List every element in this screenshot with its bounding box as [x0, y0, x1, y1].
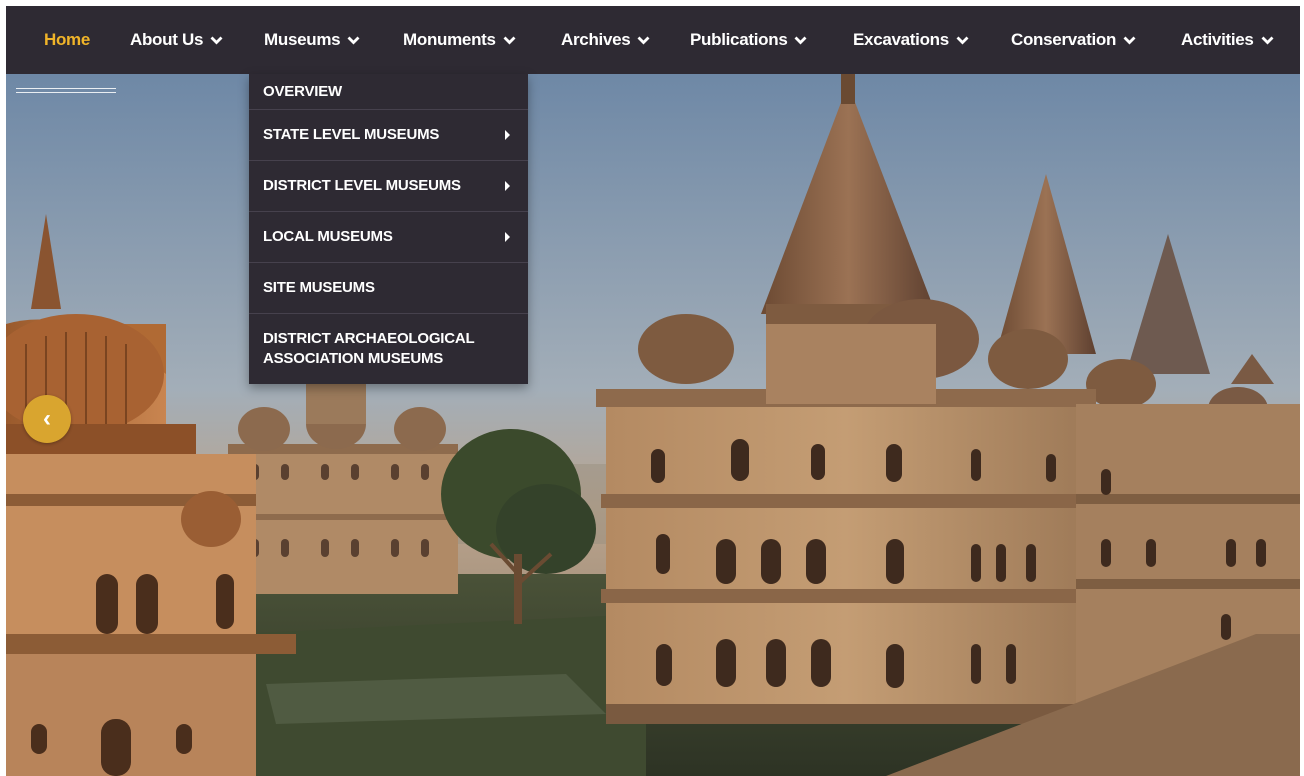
dropdown-item-district-archaeological-association-museums[interactable]: DISTRICT ARCHAEOLOGICAL ASSOCIATION MUSE…: [249, 314, 497, 384]
nav-home[interactable]: Home: [44, 6, 90, 74]
dropdown-item-district-level-museums[interactable]: DISTRICT LEVEL MUSEUMS: [249, 161, 528, 212]
chevron-down-icon: [956, 36, 969, 45]
dropdown-item-label: SITE MUSEUMS: [263, 279, 375, 296]
dropdown-item-label: LOCAL MUSEUMS: [263, 228, 393, 245]
main-navbar: Home About Us Museums Monuments Archives…: [6, 6, 1300, 74]
dropdown-item-state-level-museums[interactable]: STATE LEVEL MUSEUMS: [249, 110, 528, 161]
hero-slider: ‹: [6, 74, 1300, 776]
chevron-down-icon: [503, 36, 516, 45]
page-frame: Home About Us Museums Monuments Archives…: [6, 6, 1300, 776]
dropdown-item-overview[interactable]: OVERVIEW: [249, 74, 528, 110]
nav-publications[interactable]: Publications: [690, 6, 807, 74]
dropdown-item-label: DISTRICT ARCHAEOLOGICAL ASSOCIATION MUSE…: [263, 330, 475, 367]
chevron-down-icon: [210, 36, 223, 45]
caret-right-icon: [505, 181, 510, 191]
nav-excavations-label: Excavations: [853, 30, 949, 49]
caret-right-icon: [505, 232, 510, 242]
dropdown-item-label: STATE LEVEL MUSEUMS: [263, 126, 440, 143]
museums-dropdown-menu: OVERVIEW STATE LEVEL MUSEUMS DISTRICT LE…: [249, 74, 528, 384]
nav-museums-label: Museums: [264, 30, 341, 49]
nav-monuments[interactable]: Monuments: [403, 6, 516, 74]
dropdown-item-local-museums[interactable]: LOCAL MUSEUMS: [249, 212, 528, 263]
previous-slide-button[interactable]: ‹: [23, 395, 71, 443]
nav-activities-label: Activities: [1181, 30, 1254, 49]
nav-museums[interactable]: Museums: [264, 6, 360, 74]
nav-excavations[interactable]: Excavations: [853, 6, 969, 74]
nav-about-us[interactable]: About Us: [130, 6, 223, 74]
nav-conservation[interactable]: Conservation: [1011, 6, 1136, 74]
nav-archives-label: Archives: [561, 30, 631, 49]
nav-about-us-label: About Us: [130, 30, 204, 49]
chevron-down-icon: [347, 36, 360, 45]
chevron-down-icon: [1261, 36, 1274, 45]
nav-home-label: Home: [44, 30, 91, 49]
nav-monuments-label: Monuments: [403, 30, 496, 49]
nav-activities[interactable]: Activities: [1181, 6, 1274, 74]
slide-indicator[interactable]: [16, 88, 116, 93]
dropdown-item-label: OVERVIEW: [263, 82, 342, 100]
chevron-down-icon: [637, 36, 650, 45]
nav-publications-label: Publications: [690, 30, 788, 49]
chevron-down-icon: [794, 36, 807, 45]
nav-archives[interactable]: Archives: [561, 6, 650, 74]
caret-right-icon: [505, 130, 510, 140]
hero-image: [6, 74, 1300, 776]
dropdown-item-site-museums[interactable]: SITE MUSEUMS: [249, 263, 528, 314]
chevron-down-icon: [1123, 36, 1136, 45]
nav-conservation-label: Conservation: [1011, 30, 1117, 49]
chevron-left-icon: ‹: [43, 405, 51, 432]
dropdown-item-label: DISTRICT LEVEL MUSEUMS: [263, 177, 461, 194]
